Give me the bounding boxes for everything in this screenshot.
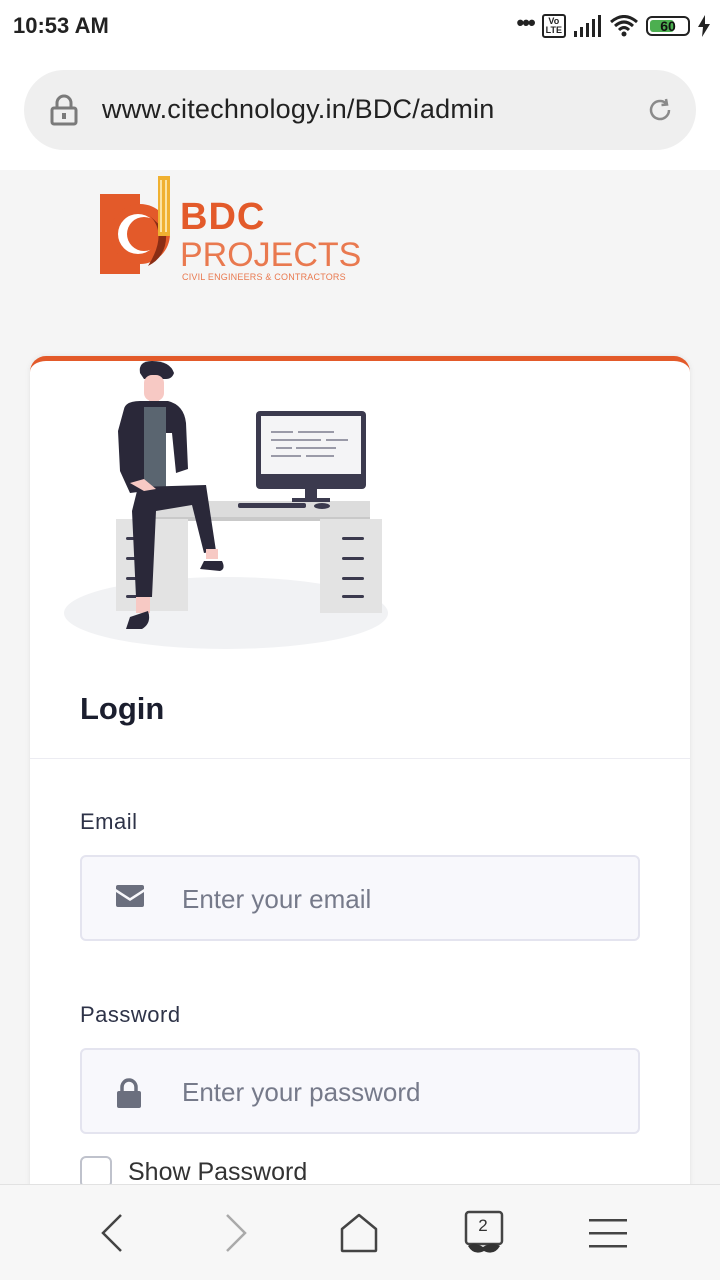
email-label: Email <box>80 809 138 834</box>
battery-level: 60 <box>660 18 676 34</box>
tab-count: 2 <box>478 1216 488 1235</box>
home-icon <box>340 1213 378 1253</box>
person-desk-illustration <box>64 361 388 649</box>
password-label: Password <box>80 1002 181 1027</box>
tabs-icon: 2 <box>464 1210 504 1256</box>
volte-icon: Vo LTE <box>541 14 566 38</box>
status-time: 10:53 AM <box>13 13 109 38</box>
envelope-icon <box>116 885 144 907</box>
menu-button[interactable] <box>584 1211 632 1255</box>
wifi-icon <box>610 15 638 37</box>
more-dots-icon: ••• <box>516 10 536 35</box>
bottom-nav: 2 <box>0 1184 720 1280</box>
back-button[interactable] <box>88 1211 136 1255</box>
show-password-checkbox[interactable] <box>80 1156 112 1184</box>
lock-icon <box>117 1078 141 1108</box>
show-password-toggle[interactable]: Show Password <box>80 1156 307 1184</box>
lock-icon <box>50 94 78 126</box>
logo-mark <box>100 176 170 274</box>
bdc-logo: BDC PROJECTS CIVIL ENGINEERS & CONTRACTO… <box>98 176 388 286</box>
signal-icon <box>574 15 601 37</box>
login-card: Login Email Password Show Password <box>30 356 690 1184</box>
password-field[interactable] <box>80 1048 640 1134</box>
page-content: BDC PROJECTS CIVIL ENGINEERS & CONTRACTO… <box>0 170 720 1184</box>
url-text[interactable]: www.citechnology.in/BDC/admin <box>102 94 494 125</box>
forward-icon <box>226 1214 247 1252</box>
password-input[interactable] <box>182 1072 622 1112</box>
battery-icon: 60 <box>646 16 690 36</box>
status-icons: ••• Vo LTE 60 <box>517 12 710 40</box>
login-title: Login <box>80 691 165 726</box>
reload-icon[interactable] <box>646 96 674 124</box>
card-divider <box>30 758 690 759</box>
show-password-label: Show Password <box>128 1157 308 1185</box>
tabs-button[interactable]: 2 <box>460 1210 508 1256</box>
home-button[interactable] <box>335 1211 383 1255</box>
forward-button[interactable] <box>212 1211 260 1255</box>
logo-name: PROJECTS <box>180 236 362 274</box>
charging-icon <box>698 15 710 37</box>
logo-tagline: CIVIL ENGINEERS & CONTRACTORS <box>182 272 346 282</box>
email-input[interactable] <box>182 879 622 919</box>
browser-header: www.citechnology.in/BDC/admin <box>0 52 720 170</box>
status-bar: 10:53 AM ••• Vo LTE 60 <box>0 0 720 52</box>
menu-icon <box>589 1219 627 1248</box>
email-field[interactable] <box>80 855 640 941</box>
address-bar[interactable]: www.citechnology.in/BDC/admin <box>24 70 696 150</box>
logo-brand: BDC <box>180 196 266 238</box>
back-icon <box>101 1214 122 1252</box>
